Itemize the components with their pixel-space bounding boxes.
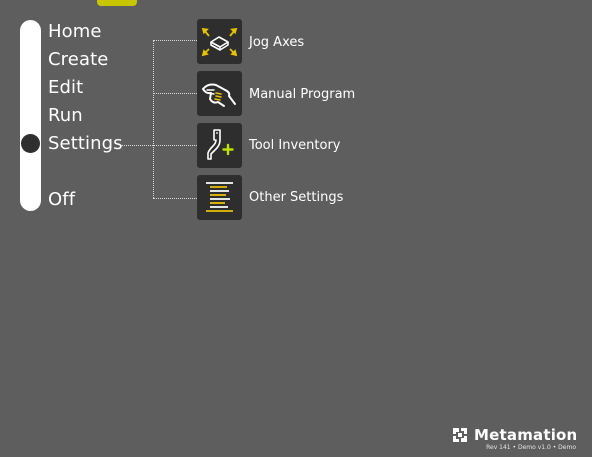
version-text: Rev 141 • Demo v1.0 • Demo	[486, 444, 576, 451]
menu-item-run[interactable]: Run	[48, 105, 83, 127]
top-pull-tab[interactable]	[97, 0, 137, 6]
settings-list-icon	[206, 182, 233, 212]
menu-item-settings[interactable]: Settings	[48, 133, 123, 155]
brand-logo: Metamation	[452, 425, 577, 445]
menu-item-edit[interactable]: Edit	[48, 77, 83, 99]
menu-item-home[interactable]: Home	[48, 21, 102, 43]
jog-axes-icon	[201, 27, 238, 57]
jog-axes-tile[interactable]	[197, 19, 242, 64]
other-settings-label[interactable]: Other Settings	[249, 190, 343, 206]
connector-branch	[153, 145, 197, 146]
brand-name: Metamation	[474, 426, 578, 444]
wrench-hand-icon	[202, 83, 236, 107]
tool-inventory-tile[interactable]	[197, 123, 242, 168]
other-settings-tile[interactable]	[197, 175, 242, 220]
menu-item-create[interactable]: Create	[48, 49, 108, 71]
manual-program-label[interactable]: Manual Program	[249, 87, 355, 103]
tool-inventory-label[interactable]: Tool Inventory	[249, 138, 340, 154]
menu-item-off[interactable]: Off	[48, 189, 75, 211]
metamation-logo-icon	[453, 428, 467, 442]
jog-axes-label[interactable]: Jog Axes	[249, 35, 304, 51]
connector-branch	[153, 93, 197, 94]
connector-branch	[153, 40, 197, 41]
connector-line	[121, 145, 153, 146]
tool-add-icon	[207, 129, 234, 160]
manual-program-tile[interactable]	[197, 71, 242, 116]
menu-slider-knob[interactable]	[21, 134, 40, 153]
menu-slider-track[interactable]	[20, 20, 41, 211]
connector-trunk	[153, 40, 154, 198]
connector-branch	[153, 198, 197, 199]
